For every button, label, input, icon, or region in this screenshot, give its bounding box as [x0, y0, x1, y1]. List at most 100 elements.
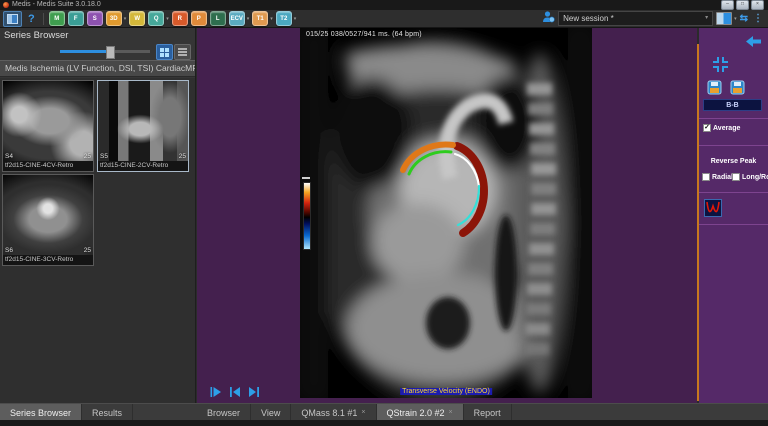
tab-series-browser[interactable]: Series Browser	[0, 404, 82, 421]
maximize-button[interactable]: □	[736, 0, 749, 10]
tab-report[interactable]: Report	[464, 404, 512, 421]
browser-panel-toggle-button[interactable]	[3, 11, 22, 27]
divider	[699, 145, 768, 146]
main-area: Series Browser Medis Ischemia (LV Functi…	[0, 28, 768, 403]
study-tab[interactable]: Medis Ischemia (LV Function, DSI, TSI) C…	[0, 60, 195, 77]
session-dropdown[interactable]: New session * ▾	[558, 11, 713, 26]
radial-checkbox[interactable]	[702, 173, 710, 181]
frame-info-overlay: 015/25 038/0527/941 ms. (64 bpm)	[306, 31, 422, 38]
series-name-overlay: Transverse Velocity (ENDO)	[400, 388, 492, 395]
series-number: S4	[5, 153, 13, 160]
skip-to-start-button[interactable]	[229, 386, 241, 398]
average-checkbox[interactable]: ✓	[703, 124, 711, 132]
titlebar: Medis - Medis Suite 3.0.18.0 – □ ×	[0, 0, 768, 10]
app-button-qstrain-icon[interactable]: S	[87, 11, 103, 26]
back-arrow-button[interactable]	[745, 35, 762, 48]
analysis-side-panel: B-B ✓ Average Reverse Peak Radial Long/R…	[699, 28, 768, 403]
colorbar-tick	[302, 177, 310, 179]
list-view-button[interactable]	[174, 44, 191, 60]
chevron-down-icon: ▾	[705, 12, 708, 25]
grid-view-button[interactable]	[156, 44, 173, 60]
close-tab-icon[interactable]: ×	[449, 405, 453, 421]
panel-tabs: Series Browser Results	[0, 404, 133, 421]
app-button-qmass-icon[interactable]: M	[49, 11, 65, 26]
velocity-curve-icon	[705, 200, 721, 216]
app-button-stamp-icon[interactable]: L	[210, 11, 226, 26]
save-data-icon[interactable]	[730, 80, 745, 95]
save-snapshot-icon[interactable]	[707, 80, 722, 95]
tab-qstrain[interactable]: QStrain 2.0 #2×	[377, 404, 464, 421]
longrot-checkbox[interactable]	[732, 173, 740, 181]
toolbar-separator	[43, 13, 44, 25]
mri-image[interactable]: 015/25 038/0527/941 ms. (64 bpm) Transve…	[300, 28, 592, 398]
close-button[interactable]: ×	[751, 0, 764, 10]
play-button[interactable]	[210, 386, 222, 398]
longrot-label: Long/Rot	[742, 174, 768, 181]
dropdown-caret-icon[interactable]: ▾	[166, 16, 169, 22]
velocity-colorbar	[303, 182, 311, 250]
dropdown-caret-icon[interactable]: ▾	[734, 16, 737, 22]
frame-count: 25	[179, 153, 186, 160]
thumbnail-image: S4 25	[3, 81, 93, 161]
tab-qmass[interactable]: QMass 8.1 #1×	[291, 404, 376, 421]
app-button-q-icon[interactable]: Q	[148, 11, 164, 26]
divider	[699, 224, 768, 225]
app-button-w-icon[interactable]: W	[129, 11, 145, 26]
series-thumbnail-selected[interactable]: S5 25 tf2d15-CINE-2CV-Retro	[97, 80, 189, 172]
frame-count: 25	[84, 247, 91, 254]
user-icon	[542, 10, 555, 28]
series-thumbnail[interactable]: S6 25 tf2d15-CINE-3CV-Retro	[2, 174, 94, 266]
grid-view-icon	[160, 48, 169, 57]
window-title: Medis - Medis Suite 3.0.18.0	[12, 0, 101, 10]
thumbnail-grid: S4 25 tf2d15-CINE-4CV-Retro S5 25 tf2d15…	[0, 78, 195, 403]
tab-view[interactable]: View	[251, 404, 291, 421]
app-button-r-icon[interactable]: R	[172, 11, 188, 26]
series-browser-title: Series Browser	[0, 28, 195, 42]
mri-anatomy-graphic	[300, 28, 592, 398]
series-browser-panel: Series Browser Medis Ischemia (LV Functi…	[0, 28, 196, 403]
help-button[interactable]: ?	[25, 13, 38, 25]
app-button-qflow-icon[interactable]: F	[68, 11, 84, 26]
tab-results[interactable]: Results	[82, 404, 133, 421]
dropdown-caret-icon[interactable]: ▾	[124, 16, 127, 22]
dropdown-caret-icon[interactable]: ▾	[294, 16, 297, 22]
fit-to-view-icon[interactable]	[712, 56, 729, 73]
bottom-tab-bar: Series Browser Results Browser View QMas…	[0, 403, 768, 420]
series-number: S5	[100, 153, 108, 160]
sync-session-button[interactable]: ⇆	[740, 13, 748, 25]
medis-suite-window: Medis - Medis Suite 3.0.18.0 – □ × ? M F…	[0, 0, 768, 426]
phase-range-button[interactable]: B-B	[703, 99, 762, 111]
app-button-t2-icon[interactable]: T2	[276, 11, 292, 26]
skip-to-end-button[interactable]	[248, 386, 260, 398]
minimize-button[interactable]: –	[721, 0, 734, 10]
overflow-menu-button[interactable]: ⋮	[751, 13, 765, 24]
view-layout-button[interactable]	[716, 12, 732, 25]
radial-label: Radial	[712, 174, 733, 181]
divider	[699, 192, 768, 193]
series-number: S6	[5, 247, 13, 254]
image-viewer[interactable]: 015/25 038/0527/941 ms. (64 bpm) Transve…	[197, 28, 697, 403]
thumbnail-image: S5 25	[98, 81, 188, 161]
app-button-p-icon[interactable]: P	[191, 11, 207, 26]
dropdown-caret-icon[interactable]: ▾	[247, 16, 250, 22]
thumbnail-label: tf2d15-CINE-3CV-Retro	[3, 255, 93, 265]
panel-layout-icon	[7, 14, 18, 24]
series-thumbnail[interactable]: S4 25 tf2d15-CINE-4CV-Retro	[2, 80, 94, 172]
average-label: Average	[713, 125, 740, 132]
dropdown-caret-icon[interactable]: ▾	[270, 16, 273, 22]
app-button-ecv-icon[interactable]: ECV	[229, 11, 245, 26]
thumbnail-image: S6 25	[3, 175, 93, 255]
app-button-3dview-icon[interactable]: 3D	[106, 11, 122, 26]
slider-handle[interactable]	[106, 46, 115, 59]
session-label: New session *	[563, 12, 614, 25]
close-tab-icon[interactable]: ×	[361, 405, 365, 421]
tab-browser[interactable]: Browser	[197, 404, 251, 421]
velocity-curve-button[interactable]	[704, 199, 722, 217]
thumbnail-label: tf2d15-CINE-2CV-Retro	[98, 161, 188, 171]
thumbnail-label: tf2d15-CINE-4CV-Retro	[3, 161, 93, 171]
medis-logo-icon	[3, 2, 9, 8]
status-strip	[0, 420, 768, 426]
application-tabs: Browser View QMass 8.1 #1× QStrain 2.0 #…	[197, 404, 512, 421]
app-button-t1-icon[interactable]: T1	[252, 11, 268, 26]
main-toolbar: ? M F S 3D ▾ W Q ▾ R P L ECV ▾ T1 ▾ T2 ▾…	[0, 10, 768, 28]
